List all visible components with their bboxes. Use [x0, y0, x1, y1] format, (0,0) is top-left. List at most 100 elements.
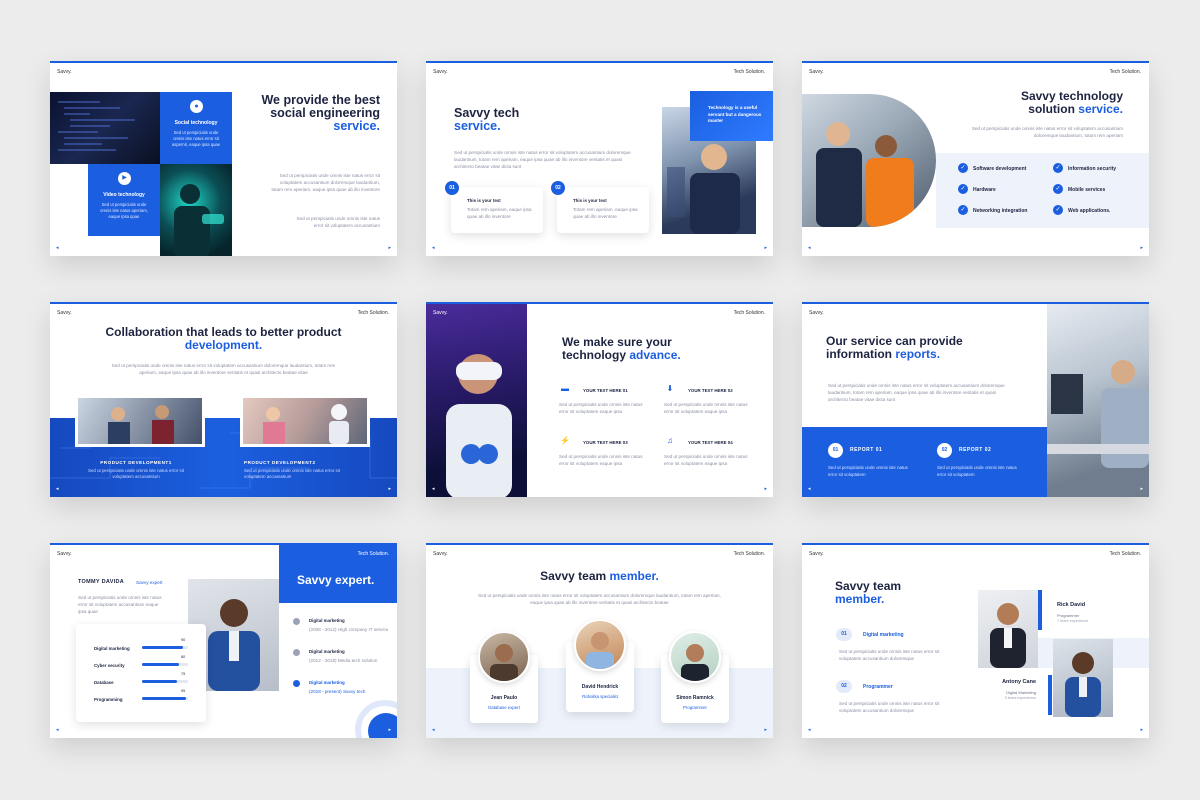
item-4-title: YOUR TEXT HERE 04	[688, 440, 733, 445]
skill-value: 95	[181, 689, 186, 693]
reports-band: 01 REPORT 01 Sed ut perspiciatis unde om…	[802, 427, 1047, 497]
prev-arrow[interactable]: ◂	[56, 486, 59, 492]
engineer-silhouette	[174, 184, 224, 256]
expert-name: TOMMY DAVIDA	[78, 579, 125, 585]
office-worker-photo	[1047, 304, 1149, 497]
member-3-avatar	[669, 631, 721, 683]
report-1-text: Sed ut perspiciatis unde omnis iste natu…	[828, 465, 908, 477]
expert-para: Sed ut perspiciatis unde omnis iste natu…	[78, 595, 162, 614]
timeline-text: (2012 - 2018) Media tech solution	[309, 658, 378, 663]
slide-8-title: Savvy team member.	[540, 569, 659, 583]
slide-3-title: Savvy technology solution service.	[1020, 89, 1123, 116]
social-tech-text: Sed ut perspiciatis unde omnis iste natu…	[171, 130, 221, 147]
member-3-silhouette	[681, 644, 709, 681]
brand-label: Savvy.	[433, 69, 448, 75]
item-4-text: Sed ut perspiciatis unde omnis iste natu…	[664, 454, 748, 466]
slide-6-title: Our service can provide information repo…	[826, 334, 963, 361]
rick-accent-bar	[1038, 590, 1042, 630]
slide-4-title: Collaboration that leads to better produ…	[105, 325, 342, 352]
prev-arrow[interactable]: ◂	[432, 727, 435, 733]
tag-label: Tech Solution.	[1109, 69, 1141, 75]
rick-silhouette	[990, 603, 1026, 668]
storage-icon: ▬	[561, 384, 569, 393]
slide-4[interactable]: Savvy. Tech Solution. Collaboration that…	[50, 302, 397, 497]
item-3-text: Sed ut perspiciatis unde omnis iste natu…	[559, 454, 643, 466]
service-item: Mobile services	[1068, 187, 1106, 193]
headset-icon: ♫	[667, 436, 673, 445]
item-3-title: YOUR TEXT HERE 03	[583, 440, 628, 445]
next-arrow[interactable]: ▸	[764, 245, 767, 251]
slide-5[interactable]: Savvy. Tech Solution. We make sure your …	[426, 302, 773, 497]
robot-silhouette	[263, 404, 349, 444]
skill-bar	[142, 680, 177, 683]
service-item: Information security	[1068, 166, 1117, 172]
prev-arrow[interactable]: ◂	[56, 245, 59, 251]
slide-1-para-2: Sed ut perspiciatis unde omnis iste natu…	[296, 216, 381, 228]
prev-arrow[interactable]: ◂	[808, 486, 811, 492]
member-2-silhouette	[586, 632, 614, 669]
card-2-text: Totam rem aperiam, eaque ipsa quae ab il…	[573, 207, 638, 219]
skill-bar	[142, 663, 179, 666]
skill-bar	[142, 646, 183, 649]
next-arrow[interactable]: ▸	[388, 727, 391, 733]
slide-6[interactable]: Savvy. Tech Solution. Our service can pr…	[802, 302, 1149, 497]
expert-role: Savvy expert	[136, 580, 163, 585]
next-arrow[interactable]: ▸	[388, 245, 391, 251]
next-arrow[interactable]: ▸	[1140, 245, 1143, 251]
next-arrow[interactable]: ▸	[388, 486, 391, 492]
next-arrow[interactable]: ▸	[764, 727, 767, 733]
member-2-avatar	[574, 619, 626, 671]
brand-label: Savvy.	[57, 551, 72, 557]
quote-callout: Technology is a useful servant but a dan…	[690, 91, 773, 141]
skill-value: 90	[181, 638, 186, 642]
item-1-text: Sed ut perspiciatis unde omnis iste natu…	[839, 649, 940, 661]
tag-label: Tech Solution.	[357, 551, 389, 557]
dev-team-photo	[75, 395, 205, 447]
slide-2[interactable]: Savvy. Tech Solution. Savvy tech service…	[426, 61, 773, 256]
brand-label: Savvy.	[809, 551, 824, 557]
card-1-text: Totam rem aperiam, eaque ipsa quae ab il…	[467, 207, 532, 219]
col-2-text: Sed ut perspiciatis unde omnis iste natu…	[244, 468, 340, 479]
engineer-photo	[160, 164, 232, 256]
quote-text: Technology is a useful servant but a dan…	[708, 105, 762, 123]
item-2-number: 02	[836, 680, 852, 693]
item-1-title: Digital marketing	[863, 632, 904, 638]
item-1-text: Sed ut perspiciatis unde omnis iste natu…	[559, 402, 643, 414]
bolt-icon: ⚡	[560, 436, 570, 445]
slide-3[interactable]: Savvy. Tech Solution. Savvy technology s…	[802, 61, 1149, 256]
next-arrow[interactable]: ▸	[764, 486, 767, 492]
member-2-role: Roboitka specialist	[582, 694, 618, 699]
item-1-title: YOUR TEXT HERE 01	[583, 388, 628, 393]
service-item: Networking integration	[973, 208, 1028, 214]
robot-photo	[240, 395, 370, 447]
antony-photo	[1053, 639, 1113, 717]
member-1-avatar	[478, 631, 530, 683]
report-1-number: 01	[828, 443, 843, 458]
prev-arrow[interactable]: ◂	[432, 245, 435, 251]
brand-label: Savvy.	[433, 551, 448, 557]
card-2-number: 02	[551, 181, 565, 195]
prev-arrow[interactable]: ◂	[808, 245, 811, 251]
office-worker-silhouette	[1047, 360, 1149, 468]
rick-photo	[978, 590, 1038, 668]
dev-team-silhouette	[108, 405, 174, 444]
rick-role: Programmer	[1057, 613, 1080, 618]
services-panel	[936, 153, 1149, 228]
brand-label: Savvy.	[433, 310, 448, 316]
prev-arrow[interactable]: ◂	[808, 727, 811, 733]
antony-name: Antony Cane	[1002, 679, 1036, 685]
item-1-number: 01	[836, 628, 852, 641]
slide-1[interactable]: Savvy. ● Social technology Sed ut perspi…	[50, 61, 397, 256]
prev-arrow[interactable]: ◂	[432, 486, 435, 492]
slide-9[interactable]: Savvy. Tech Solution. Savvy team member.…	[802, 543, 1149, 738]
prev-arrow[interactable]: ◂	[56, 727, 59, 733]
slide-7[interactable]: Savvy. Tech Solution. Savvy expert. TOMM…	[50, 543, 397, 738]
member-2-name: David Hendrick	[581, 684, 619, 690]
skill-label: Database	[94, 680, 114, 685]
text-card-2: 02 This is your text Totam rem aperiam, …	[551, 181, 649, 233]
skill-label: Cyber security	[94, 663, 125, 668]
next-arrow[interactable]: ▸	[1140, 727, 1143, 733]
brand-label: Savvy.	[57, 310, 72, 316]
slide-8[interactable]: Savvy. Tech Solution. Savvy team member.…	[426, 543, 773, 738]
next-arrow[interactable]: ▸	[1140, 486, 1143, 492]
